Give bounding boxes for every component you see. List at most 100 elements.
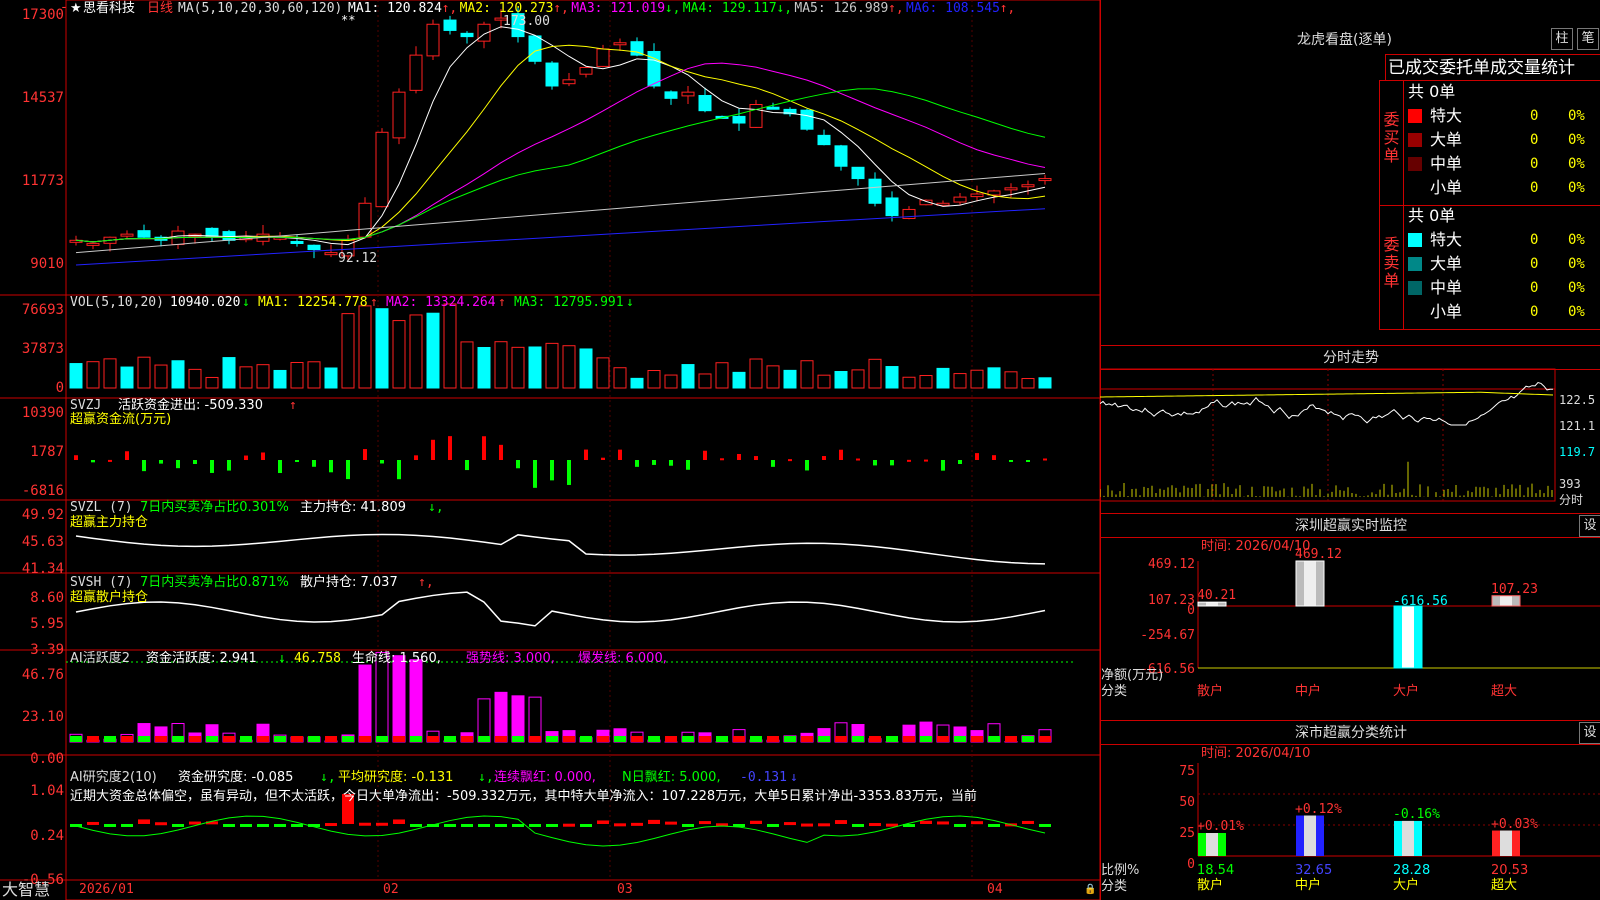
ai-research-value: 资金研究度: -0.085 — [178, 770, 294, 785]
fund-flow-bar — [669, 460, 673, 466]
candle-body — [562, 79, 576, 85]
research-bar — [767, 824, 779, 827]
bar-mode-button[interactable]: 柱 — [1551, 28, 1573, 50]
volume-bar — [834, 371, 848, 389]
research-bar — [597, 820, 609, 824]
ma-line — [75, 172, 1046, 254]
dragon-header: 龙虎看盘(逐单) — [1297, 32, 1392, 48]
research-bar — [495, 824, 507, 827]
sh-bar-highlight — [1206, 833, 1218, 856]
activity-base-bar — [529, 736, 541, 742]
order-color-swatch — [1408, 157, 1422, 171]
stats-tab[interactable]: 已成交委托单成交量统计 — [1385, 54, 1600, 80]
ma-legend-item: MA5: 126.989 — [794, 1, 889, 16]
stock-name[interactable]: 思看科技 — [83, 1, 135, 17]
activity-base-bar — [767, 736, 779, 742]
activity-bar — [392, 655, 406, 743]
volume-bar — [970, 369, 984, 389]
svzj-axis-2: 1787 — [30, 444, 64, 460]
sell-side-label: 委卖单 — [1380, 205, 1404, 329]
candle-body — [528, 35, 542, 62]
candle-body — [443, 19, 457, 31]
ai-active-axis-3: 0.00 — [30, 751, 64, 767]
fund-flow-bar — [856, 458, 860, 461]
ma-legend-arrow: ↓, — [776, 1, 793, 16]
fund-flow-bar — [533, 460, 537, 488]
candle-body — [596, 48, 610, 67]
vol-value: 10940.020 — [170, 295, 241, 310]
research-bar — [206, 821, 218, 825]
activity-bar — [511, 695, 525, 743]
order-pct: 0% — [1568, 132, 1585, 148]
order-qty: 0 — [1530, 256, 1539, 272]
ai-research-avg-arrow: ↓ — [790, 770, 798, 785]
candle-body — [290, 240, 304, 244]
volume-bar — [358, 305, 372, 389]
ma-line — [75, 44, 1046, 243]
research-bar — [172, 824, 184, 827]
volume-bar — [1004, 371, 1018, 389]
fund-flow-bar — [924, 459, 928, 462]
vol-ma3: MA3: 12795.991 — [514, 295, 624, 310]
close-mark[interactable]: - — [60, 0, 68, 16]
research-bar — [291, 824, 303, 827]
buy-total: 共 0单 — [1408, 82, 1456, 101]
main-chart-area[interactable] — [0, 0, 1100, 900]
svzl-axis-1: 49.92 — [21, 507, 64, 523]
volume-bar — [953, 373, 967, 389]
fund-flow-bar — [176, 460, 180, 469]
activity-bar — [477, 698, 491, 743]
activity-base-bar — [852, 736, 864, 742]
ma-legend-arrow: ↑, — [888, 1, 904, 16]
period-label[interactable]: 日线 — [147, 1, 173, 17]
fund-flow-bar — [618, 449, 622, 460]
research-bar — [563, 823, 575, 827]
fund-flow-bar — [788, 459, 792, 462]
svzl-subtitle: 超赢主力持仓 — [70, 515, 149, 530]
volume-bar — [987, 367, 1001, 389]
activity-base-bar — [750, 736, 762, 742]
lock-icon[interactable]: 🔒 — [1084, 882, 1096, 898]
volume-bar — [171, 360, 185, 389]
activity-base-bar — [444, 736, 456, 742]
research-bar — [461, 824, 473, 827]
vol-title: VOL(5,10,20) — [70, 295, 164, 310]
research-bar — [223, 824, 235, 827]
svzl-arrow: ↓, — [428, 500, 444, 515]
fund-flow-bar — [805, 460, 809, 471]
activity-base-bar — [835, 736, 847, 742]
research-avg-line — [75, 815, 1046, 847]
order-type-label: 小单 — [1430, 178, 1463, 197]
fund-flow-bar — [635, 460, 639, 467]
candle-body — [137, 230, 151, 238]
activity-base-bar — [988, 736, 1000, 742]
volume-bar — [86, 361, 100, 389]
volume-bar — [307, 361, 321, 389]
ma-params: MA(5,10,20,30,60,120) — [178, 1, 343, 16]
activity-base-bar — [580, 736, 592, 742]
main-position-line — [75, 533, 1046, 565]
low-price-label: 92.12 — [338, 251, 378, 266]
volume-bar — [664, 374, 678, 389]
tick-mode-button[interactable]: 笔 — [1577, 28, 1599, 50]
svsh-subtitle: 超赢散户持仓 — [70, 590, 149, 605]
order-type-label: 中单 — [1430, 278, 1463, 297]
volume-bar — [936, 367, 950, 389]
volume-bar — [341, 313, 355, 389]
research-bar — [359, 822, 371, 826]
research-bar — [410, 824, 422, 827]
high-price-label: 173.00 — [503, 14, 550, 29]
date-label-apr: 04 — [987, 882, 1003, 897]
fund-flow-bar — [244, 455, 248, 460]
volume-bar — [375, 308, 389, 389]
vol-ma3-arrow: ↓ — [626, 295, 634, 310]
activity-base-bar — [614, 736, 626, 742]
activity-base-bar — [308, 736, 320, 742]
activity-base-bar — [172, 736, 184, 742]
svsh-axis-1: 8.60 — [30, 590, 64, 606]
price-axis-4: 9010 — [30, 256, 64, 272]
order-type-label: 大单 — [1430, 254, 1463, 273]
activity-base-bar — [869, 736, 881, 742]
order-qty: 0 — [1530, 108, 1539, 124]
candle-body — [766, 106, 780, 110]
